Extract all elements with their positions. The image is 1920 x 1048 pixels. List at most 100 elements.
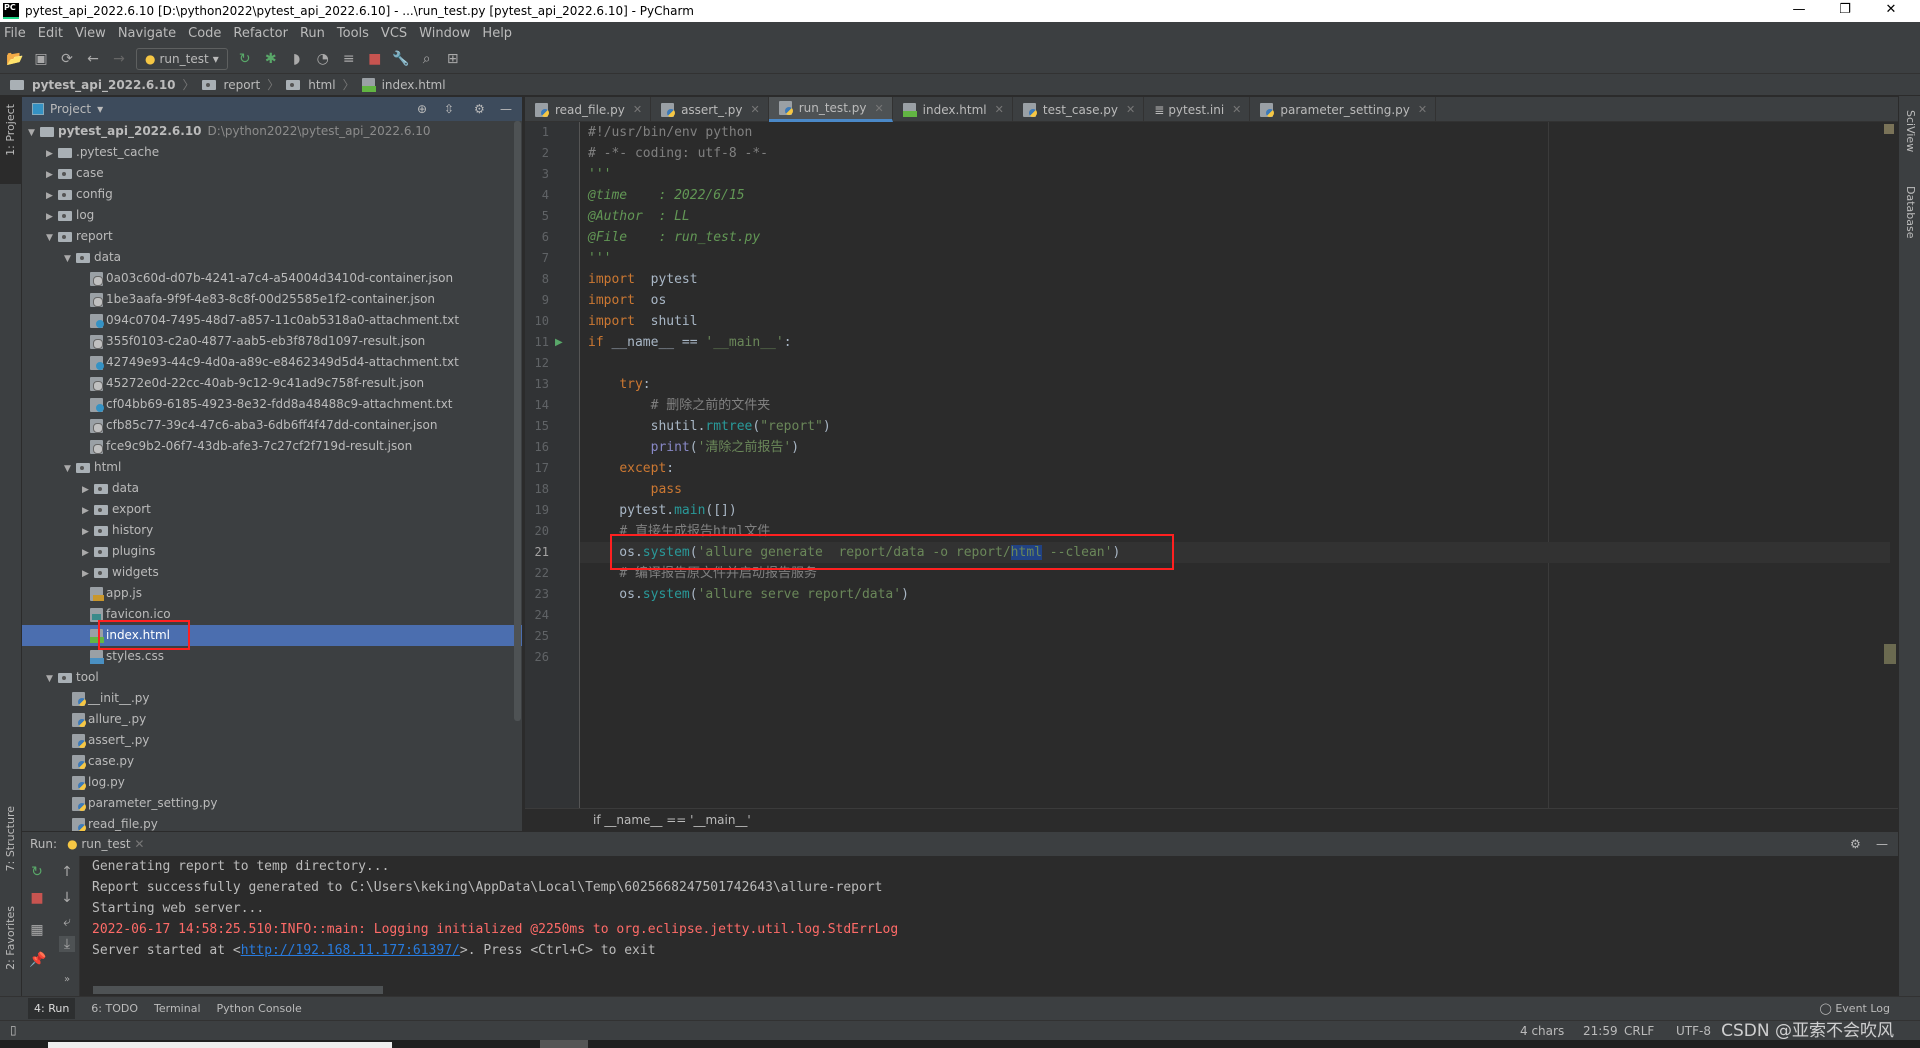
favorites-tool-button[interactable]: 2: Favorites [4,906,17,970]
tree-file[interactable]: 094c0704-7495-48d7-a857-11c0ab5318a0-att… [22,310,522,331]
file-encoding[interactable]: UTF-8 [1676,1024,1711,1038]
tab-parameter-setting-py[interactable]: parameter_setting.py ✕ [1250,97,1437,122]
tree-folder[interactable]: ▶ widgets [22,562,522,583]
tree-folder[interactable]: ▶ log [22,205,522,226]
close-tab-icon[interactable]: ✕ [874,102,883,115]
tree-file[interactable]: __init__.py [22,688,522,709]
tree-file[interactable]: cfb85c77-39c4-47c6-aba3-6db6ff4f47dd-con… [22,415,522,436]
restore-button[interactable]: ❐ [1822,0,1868,22]
minimize-button[interactable]: — [1776,0,1822,22]
database-tool-button[interactable]: Database [1904,186,1917,239]
tree-file[interactable]: allure_.py [22,709,522,730]
menu-navigate[interactable]: Navigate [118,26,176,41]
tab-index-html[interactable]: index.html ✕ [893,97,1013,122]
breadcrumb-item[interactable]: pytest_api_2022.6.10 [32,78,176,92]
tree-file[interactable]: 1be3aafa-9f9f-4e83-8c8f-00d25585e1f2-con… [22,289,522,310]
rerun-icon[interactable]: ↻ [29,864,45,880]
close-tab-icon[interactable]: ✕ [1232,103,1241,116]
run-concurrency-icon[interactable]: ≡ [340,50,358,68]
sciview-tool-button[interactable]: SciView [1904,110,1917,152]
scroll-to-end-icon[interactable]: ⤓ [59,936,75,952]
menu-window[interactable]: Window [419,26,470,41]
chevron-down-icon[interactable]: ▼ [64,459,76,480]
more-icon[interactable]: » [59,974,75,985]
tab-test-case-py[interactable]: test_case.py ✕ [1013,97,1145,122]
menu-refactor[interactable]: Refactor [233,26,288,41]
collapse-all-icon[interactable]: ⇳ [444,102,454,116]
close-tab-icon[interactable]: ✕ [633,103,642,116]
breadcrumb-item[interactable]: html [308,78,335,92]
tree-folder[interactable]: ▼ report [22,226,522,247]
chevron-right-icon[interactable]: ▶ [82,522,94,543]
chevron-down-icon[interactable]: ▼ [46,669,58,690]
stop-icon[interactable]: ■ [29,890,45,906]
structure-tool-button[interactable]: 7: Structure [4,806,17,871]
chevron-right-icon[interactable]: ▶ [82,501,94,522]
coverage-icon[interactable]: ◗ [288,50,306,68]
run-tab[interactable]: ● run_test ✕ [67,837,144,851]
tree-folder[interactable]: ▶ config [22,184,522,205]
sync-icon[interactable]: ⟳ [58,50,76,68]
chevron-right-icon[interactable]: ▶ [82,543,94,564]
close-tab-icon[interactable]: ✕ [750,103,759,116]
tree-folder[interactable]: ▼ pytest_api_2022.6.10 D:\python2022\pytes… [22,121,522,142]
forward-icon[interactable]: → [110,50,128,68]
stop-icon[interactable]: ■ [366,50,384,68]
profile-icon[interactable]: ◔ [314,50,332,68]
close-tab-icon[interactable]: ✕ [1126,103,1135,116]
bottom-tab-6-todo[interactable]: 6: TODO [91,1002,138,1015]
hide-icon[interactable]: — [500,102,512,116]
close-button[interactable]: ✕ [1868,0,1914,22]
hide-icon[interactable]: — [1876,837,1888,851]
chevron-down-icon[interactable]: ▼ [28,123,40,144]
tab-pytest-ini[interactable]: ≣ pytest.ini ✕ [1144,97,1251,122]
tree-folder[interactable]: ▶ plugins [22,541,522,562]
tree-file[interactable]: cf04bb69-6185-4923-8e32-fdd8a48488c9-att… [22,394,522,415]
rerun-icon[interactable]: ↻ [236,50,254,68]
soft-wrap-icon[interactable]: ⤶ [59,914,75,930]
tree-file[interactable]: case.py [22,751,522,772]
menu-file[interactable]: File [4,26,26,41]
tree-file[interactable]: assert_.py [22,730,522,751]
console-scrollbar[interactable] [93,986,383,994]
chevron-right-icon[interactable]: ▶ [46,165,58,186]
tree-file[interactable]: index.html [22,620,522,650]
event-log-button[interactable]: ◯ Event Log [1820,1002,1890,1015]
project-scrollbar[interactable] [514,121,521,721]
open-icon[interactable]: 📂 [6,50,24,68]
chevron-right-icon[interactable]: ▶ [46,207,58,228]
editor-scrollbar[interactable] [1884,644,1896,664]
run-config-select[interactable]: ● run_test ▾ [136,47,228,70]
chevron-down-icon[interactable]: ▼ [64,249,76,270]
line-separator[interactable]: CRLF [1624,1024,1654,1038]
tab-assert-py[interactable]: assert_.py ✕ [651,97,769,122]
menu-tools[interactable]: Tools [337,26,369,41]
tree-file[interactable]: 355f0103-c2a0-4877-aab5-eb3f878d1097-res… [22,331,522,352]
tree-folder[interactable]: ▶ .pytest_cache [22,142,522,163]
bottom-tab-terminal[interactable]: Terminal [154,1002,201,1015]
run-gutter-icon[interactable]: ▶ [555,332,563,353]
run-console[interactable]: Generating report to temp directory... Re… [80,856,1898,996]
locate-icon[interactable]: ⊕ [417,102,427,116]
status-icon[interactable]: ▯ [10,1023,17,1037]
chevron-right-icon[interactable]: ▶ [82,480,94,501]
chevron-right-icon[interactable]: ▶ [46,144,58,165]
tree-file[interactable]: favicon.ico [22,604,522,625]
chevron-right-icon[interactable]: ▶ [46,186,58,207]
caret-position[interactable]: 21:59 [1583,1024,1618,1038]
gear-icon[interactable]: ⚙ [1850,837,1861,851]
up-icon[interactable]: ↑ [59,864,75,880]
search-icon[interactable]: ⌕ [418,50,436,68]
tab-read-file-py[interactable]: read_file.py ✕ [525,97,652,122]
vcs-icon[interactable]: ⊞ [444,50,462,68]
down-icon[interactable]: ↓ [59,890,75,906]
layout-icon[interactable]: ▦ [29,922,45,938]
tree-folder[interactable]: ▶ export [22,499,522,520]
tree-folder[interactable]: ▼ data [22,247,522,268]
chevron-down-icon[interactable]: ▼ [46,228,58,249]
tree-file[interactable]: 0a03c60d-d07b-4241-a7c4-a54004d3410d-con… [22,268,522,289]
breadcrumb-item[interactable]: index.html [382,78,446,92]
tree-folder[interactable]: ▼ tool [22,667,522,688]
back-icon[interactable]: ← [84,50,102,68]
bottom-tab-4-run[interactable]: 4: Run [28,998,76,1019]
